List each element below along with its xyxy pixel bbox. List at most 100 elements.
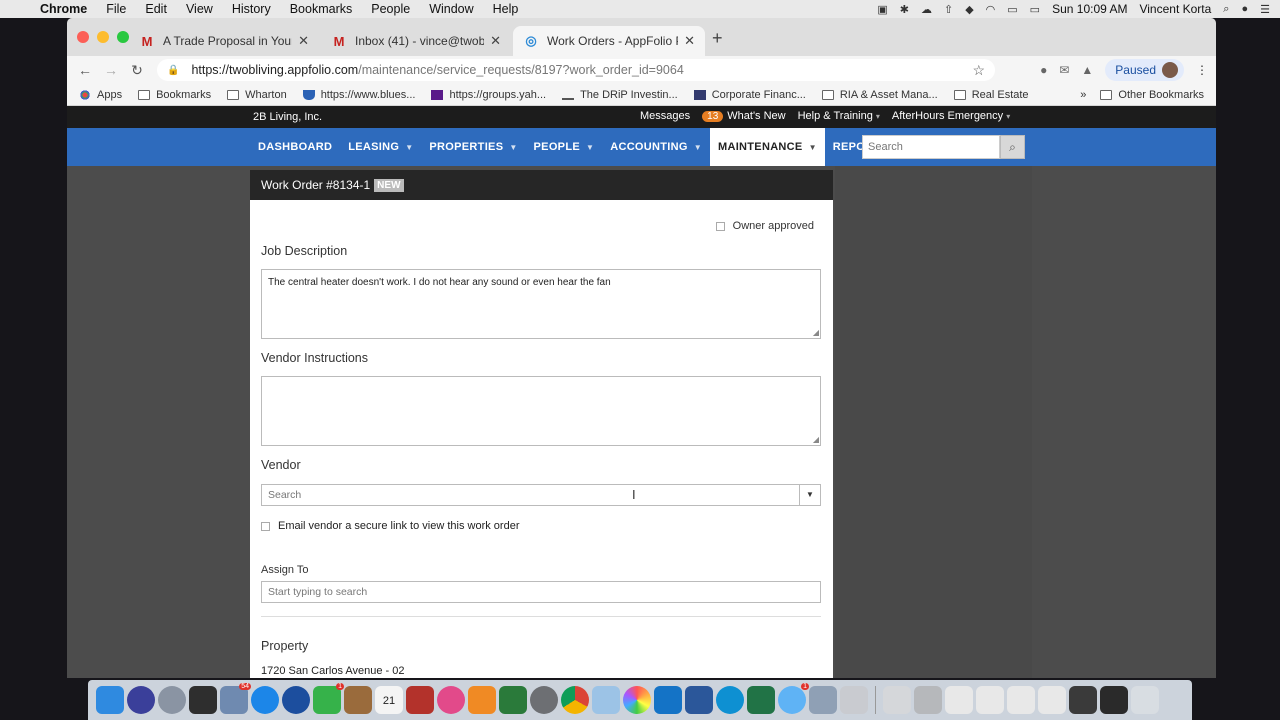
menu-people[interactable]: People xyxy=(371,2,410,16)
mission-control-icon[interactable] xyxy=(189,686,217,714)
menu-file[interactable]: File xyxy=(106,2,126,16)
word-icon[interactable] xyxy=(685,686,713,714)
nav-dashboard[interactable]: DASHBOARD xyxy=(250,128,340,166)
lock-icon[interactable]: 🔒 xyxy=(167,65,179,76)
menu-app-name[interactable]: Chrome xyxy=(40,2,87,16)
tab-espn-trade[interactable]: M A Trade Proposal in Your ESPN ✕ xyxy=(129,26,319,56)
help-training-link[interactable]: Help & Training ▾ xyxy=(798,110,880,122)
checkbox-box[interactable] xyxy=(715,221,725,231)
messages-link[interactable]: Messages xyxy=(640,110,690,122)
minimize-window-button[interactable] xyxy=(97,31,109,43)
chrome-icon[interactable] xyxy=(561,686,589,714)
extension-mail-icon[interactable]: ✉ xyxy=(1059,63,1069,77)
chrome-menu-icon[interactable]: ⋮ xyxy=(1196,63,1208,77)
contacts-icon[interactable] xyxy=(344,686,372,714)
close-tab-icon[interactable]: ✕ xyxy=(298,33,309,49)
checkbox-box[interactable] xyxy=(261,521,270,531)
safari-icon[interactable] xyxy=(251,686,279,714)
photos-icon[interactable] xyxy=(623,686,651,714)
company-name[interactable]: 2B Living, Inc. xyxy=(253,111,322,123)
forward-icon[interactable]: → xyxy=(98,62,124,78)
google-earth-icon[interactable] xyxy=(282,686,310,714)
trash-icon[interactable] xyxy=(1131,686,1159,714)
menu-edit[interactable]: Edit xyxy=(145,2,167,16)
video-editor-icon[interactable] xyxy=(840,686,868,714)
nav-accounting[interactable]: ACCOUNTING ▼ xyxy=(602,128,710,166)
close-window-button[interactable] xyxy=(77,31,89,43)
menu-help[interactable]: Help xyxy=(493,2,519,16)
tab-inbox[interactable]: M Inbox (41) - vince@twobliving.c ✕ xyxy=(321,26,511,56)
minimized-window-icon[interactable] xyxy=(945,686,973,714)
bookmark-corporate-finance[interactable]: Corporate Financ... xyxy=(693,89,806,101)
nav-people[interactable]: PEOPLE ▼ xyxy=(526,128,603,166)
property-value[interactable]: 1720 San Carlos Avenue - 02 xyxy=(261,665,405,677)
bookmark-real-estate[interactable]: Real Estate xyxy=(953,89,1029,101)
preview-images-icon[interactable] xyxy=(592,686,620,714)
menu-bookmarks[interactable]: Bookmarks xyxy=(290,2,353,16)
afterhours-link[interactable]: AfterHours Emergency ▾ xyxy=(892,110,1010,122)
bluetooth-icon[interactable]: ✱ xyxy=(900,3,909,16)
screen-record-icon[interactable]: ▣ xyxy=(877,3,887,16)
chevron-down-icon[interactable]: ▼ xyxy=(799,485,820,505)
reload-icon[interactable]: ↻ xyxy=(124,62,150,79)
bookmark-ria[interactable]: RIA & Asset Mana... xyxy=(821,89,938,101)
system-preferences-icon[interactable] xyxy=(530,686,558,714)
zoom-window-button[interactable] xyxy=(117,31,129,43)
extension-circle-icon[interactable]: ● xyxy=(1040,63,1047,77)
excel-icon[interactable] xyxy=(747,686,775,714)
keynote-icon[interactable]: 54 xyxy=(220,683,251,714)
messages-icon[interactable]: 1 xyxy=(778,683,809,714)
documents-stack-icon[interactable] xyxy=(914,686,942,714)
minimized-window-icon[interactable] xyxy=(976,686,1004,714)
preview-icon[interactable] xyxy=(499,686,527,714)
upload-icon[interactable]: ⇧ xyxy=(944,3,953,16)
siri-icon[interactable] xyxy=(127,686,155,714)
bookmark-wharton[interactable]: Wharton xyxy=(227,89,287,101)
battery-icon[interactable]: ▭ xyxy=(1030,3,1040,16)
airplay-icon[interactable]: ▭ xyxy=(1007,3,1017,16)
outlook-icon[interactable] xyxy=(654,686,682,714)
photo-booth-icon[interactable] xyxy=(406,686,434,714)
minimized-window-icon[interactable] xyxy=(1069,686,1097,714)
teamviewer-icon[interactable] xyxy=(716,686,744,714)
notification-center-icon[interactable]: ☰ xyxy=(1260,3,1270,16)
itunes-icon[interactable] xyxy=(437,686,465,714)
resize-grip-icon[interactable]: ◢ xyxy=(813,328,819,337)
shield-icon[interactable]: ◆ xyxy=(965,3,973,16)
cloud-icon[interactable]: ☁ xyxy=(921,3,932,16)
address-bar[interactable]: 🔒 https://twobliving.appfolio.com/mainte… xyxy=(157,59,995,81)
wifi-icon[interactable]: ◠ xyxy=(986,3,996,16)
vendor-select[interactable]: Search ▼ xyxy=(261,484,821,506)
other-bookmarks[interactable]: Other Bookmarks xyxy=(1100,89,1204,101)
menu-view[interactable]: View xyxy=(186,2,213,16)
facetime-icon[interactable]: 1 xyxy=(313,683,344,714)
vendor-instructions-textarea[interactable]: ◢ xyxy=(261,376,821,446)
email-vendor-checkbox[interactable]: Email vendor a secure link to view this … xyxy=(261,520,519,532)
bookmark-apps[interactable]: Apps xyxy=(79,89,122,101)
nav-properties[interactable]: PROPERTIES ▼ xyxy=(421,128,525,166)
bookmark-blues[interactable]: https://www.blues... xyxy=(302,89,415,101)
menu-window[interactable]: Window xyxy=(429,2,473,16)
spotlight-icon[interactable]: ⌕ xyxy=(1223,3,1229,16)
calendar-icon[interactable]: 21 xyxy=(375,686,403,714)
job-description-textarea[interactable]: The central heater doesn't work. I do no… xyxy=(261,269,821,339)
profile-button[interactable]: Paused xyxy=(1105,59,1184,81)
bookmark-drip[interactable]: The DRiP Investin... xyxy=(562,89,678,101)
finder-icon[interactable] xyxy=(96,686,124,714)
assign-to-input[interactable]: Start typing to search xyxy=(261,581,821,603)
screenshot-app-icon[interactable] xyxy=(809,686,837,714)
whats-new-link[interactable]: 13 What's New xyxy=(702,110,786,122)
close-tab-icon[interactable]: ✕ xyxy=(684,33,695,49)
bookmark-groups-yahoo[interactable]: https://groups.yah... xyxy=(431,89,546,101)
downloads-stack-icon[interactable] xyxy=(883,686,911,714)
bookmark-bookmarks[interactable]: Bookmarks xyxy=(138,89,211,101)
menu-history[interactable]: History xyxy=(232,2,271,16)
minimized-window-icon[interactable] xyxy=(1100,686,1128,714)
search-icon[interactable]: ⌕ xyxy=(1000,135,1025,159)
tab-work-orders[interactable]: ◎ Work Orders - AppFolio Proper ✕ xyxy=(513,26,705,56)
owner-approved-checkbox[interactable]: Owner approved xyxy=(715,220,814,232)
bookmark-star-icon[interactable]: ☆ xyxy=(972,62,985,79)
nav-leasing[interactable]: LEASING ▼ xyxy=(340,128,421,166)
resize-grip-icon[interactable]: ◢ xyxy=(813,435,819,444)
minimized-window-icon[interactable] xyxy=(1007,686,1035,714)
